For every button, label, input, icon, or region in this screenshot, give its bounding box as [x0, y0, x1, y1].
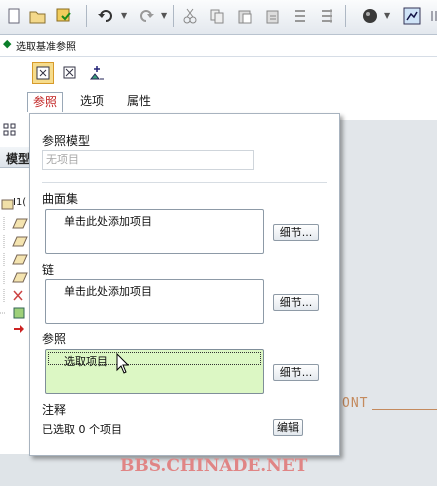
- datum-plane-icon: [3, 235, 28, 248]
- dashboard-tabs: 参照 选项 属性: [0, 92, 437, 112]
- tree-item[interactable]: [0, 270, 30, 286]
- divider: [42, 182, 327, 183]
- datum-checkbox-icon[interactable]: [62, 65, 78, 81]
- tab-properties[interactable]: 属性: [122, 92, 156, 111]
- tree-item[interactable]: [0, 322, 30, 338]
- references-label: 参照: [42, 332, 67, 346]
- dashboard-title-row: ◆ 选取基准参照: [0, 36, 437, 54]
- model-tree-title: 模型: [6, 152, 31, 166]
- surface-set-placeholder[interactable]: 单击此处添加项目: [64, 213, 152, 229]
- feature-icon: [0, 307, 25, 319]
- chain-placeholder[interactable]: 单击此处添加项目: [64, 283, 152, 299]
- references-select-item[interactable]: 选取项目: [64, 353, 108, 369]
- tree-item[interactable]: Ι1(: [0, 196, 30, 212]
- reference-model-label: 参照模型: [42, 134, 91, 148]
- model-tree-toolbar: [0, 118, 30, 146]
- save-icon[interactable]: [54, 6, 74, 26]
- regenerate-icon[interactable]: [290, 6, 310, 26]
- redo-icon[interactable]: [136, 6, 156, 26]
- surface-set-list[interactable]: 单击此处添加项目: [45, 209, 264, 254]
- toolbar-separator: [86, 5, 87, 27]
- main-toolbar: ▼ ▼ ▼: [0, 0, 437, 35]
- datum-plane-icon: [3, 271, 28, 284]
- dashboard-title: 选取基准参照: [16, 42, 76, 53]
- preview-icon[interactable]: [88, 65, 106, 81]
- references-panel: 参照模型 无项目 曲面集 单击此处添加项目 细节... 链 单击此处添加项目 细…: [29, 113, 340, 456]
- chain-label: 链: [42, 263, 55, 277]
- tab-references[interactable]: 参照: [27, 92, 64, 112]
- insert-here-icon: [14, 325, 24, 333]
- regenerate-manager-icon[interactable]: [317, 6, 337, 26]
- canvas-edge: [372, 409, 437, 410]
- chain-details-button[interactable]: 细节...: [273, 294, 319, 311]
- tree-item-label: Ι1(: [13, 197, 27, 208]
- tree-item[interactable]: [0, 234, 30, 250]
- coordinate-system-icon: [3, 289, 23, 302]
- more-tools-icon[interactable]: [426, 6, 437, 26]
- toolbar-separator: [345, 5, 346, 27]
- tree-item[interactable]: [0, 252, 30, 268]
- divider: [0, 56, 437, 57]
- notes-label: 注释: [42, 403, 67, 417]
- surface-set-label: 曲面集: [42, 192, 79, 206]
- chain-list[interactable]: 单击此处添加项目: [45, 279, 264, 324]
- toolbar-separator: [173, 5, 174, 27]
- canvas-annotation: ONT: [342, 396, 369, 411]
- tree-item[interactable]: [0, 216, 30, 232]
- dashboard-icon-row: [0, 60, 437, 92]
- reference-model-field[interactable]: 无项目: [42, 150, 254, 170]
- selection-status: 已选取 0 个项目: [42, 423, 122, 436]
- model-tree-icon[interactable]: [3, 123, 17, 137]
- surface-set-details-button[interactable]: 细节...: [273, 224, 319, 241]
- tree-item[interactable]: [0, 306, 30, 322]
- shading-sphere-icon[interactable]: [360, 6, 380, 26]
- tree-item[interactable]: [0, 288, 30, 304]
- references-details-button[interactable]: 细节...: [273, 364, 319, 381]
- new-file-icon[interactable]: [4, 6, 24, 26]
- datum-plane-icon: [3, 217, 28, 230]
- view-manager-icon[interactable]: [402, 6, 422, 26]
- tab-options[interactable]: 选项: [75, 92, 109, 111]
- edit-button[interactable]: 编辑: [273, 419, 303, 436]
- model-tree: Ι1(: [0, 196, 30, 333]
- undo-icon[interactable]: [96, 6, 116, 26]
- watermark-text: BBS.CHINADE.NET: [120, 456, 308, 476]
- undo-dropdown-icon[interactable]: ▼: [121, 11, 127, 20]
- mouse-cursor-icon: [116, 353, 130, 374]
- pause-datum-icon[interactable]: [32, 62, 54, 84]
- cut-icon[interactable]: [180, 6, 200, 26]
- shading-dropdown-icon[interactable]: ▼: [384, 11, 390, 20]
- datum-plane-icon: [3, 253, 28, 266]
- open-folder-icon[interactable]: [28, 6, 48, 26]
- references-list[interactable]: 选取项目: [45, 349, 264, 394]
- redo-dropdown-icon[interactable]: ▼: [161, 11, 167, 20]
- paste-icon[interactable]: [235, 6, 255, 26]
- paste-special-icon[interactable]: [263, 6, 283, 26]
- copy-icon[interactable]: [207, 6, 227, 26]
- green-arrow-icon: ◆: [3, 37, 12, 50]
